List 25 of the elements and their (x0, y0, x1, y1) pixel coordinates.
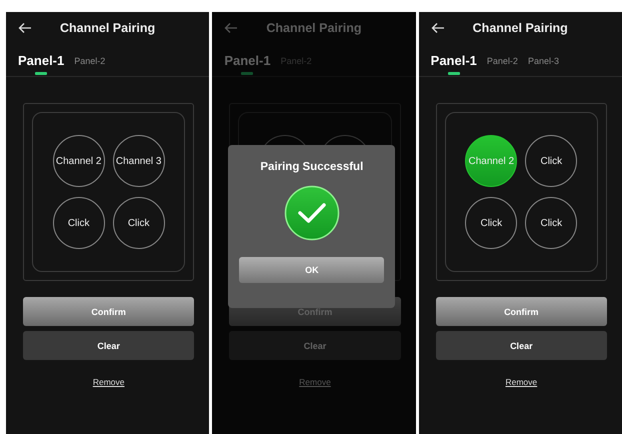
remove-link[interactable]: Remove (505, 377, 538, 387)
clear-button[interactable]: Clear (23, 331, 194, 360)
panel-tab[interactable]: Panel-2 (486, 56, 518, 76)
panel-tab[interactable]: Panel-2 (74, 56, 106, 76)
dialog-title: Pairing Successful (260, 161, 364, 173)
back-arrow-icon[interactable] (430, 22, 445, 34)
channel-button[interactable]: Click (52, 197, 105, 249)
confirm-button[interactable]: Confirm (436, 297, 607, 326)
channel-button[interactable]: Click (465, 197, 518, 249)
channel-button[interactable]: Channel 3 (112, 135, 165, 187)
screen-title: Channel Pairing (472, 21, 568, 35)
confirm-button[interactable]: Confirm (23, 297, 194, 326)
panel-tab[interactable]: Panel-3 (528, 56, 559, 76)
checkmark-icon (284, 185, 340, 241)
screen-title: Channel Pairing (266, 21, 362, 35)
remove-link[interactable]: Remove (92, 377, 124, 387)
channel-button[interactable]: Click (525, 135, 578, 187)
clear-button[interactable]: Clear (436, 331, 607, 360)
back-arrow-icon[interactable] (18, 22, 32, 34)
panel-tab[interactable]: Panel-1 (430, 53, 477, 76)
channel-button[interactable]: Channel 2 (52, 135, 105, 187)
channel-button[interactable]: Click (112, 197, 165, 249)
channel-button[interactable]: Click (525, 197, 578, 249)
panel-tab[interactable]: Panel-1 (18, 53, 64, 76)
screen-title: Channel Pairing (60, 21, 156, 35)
